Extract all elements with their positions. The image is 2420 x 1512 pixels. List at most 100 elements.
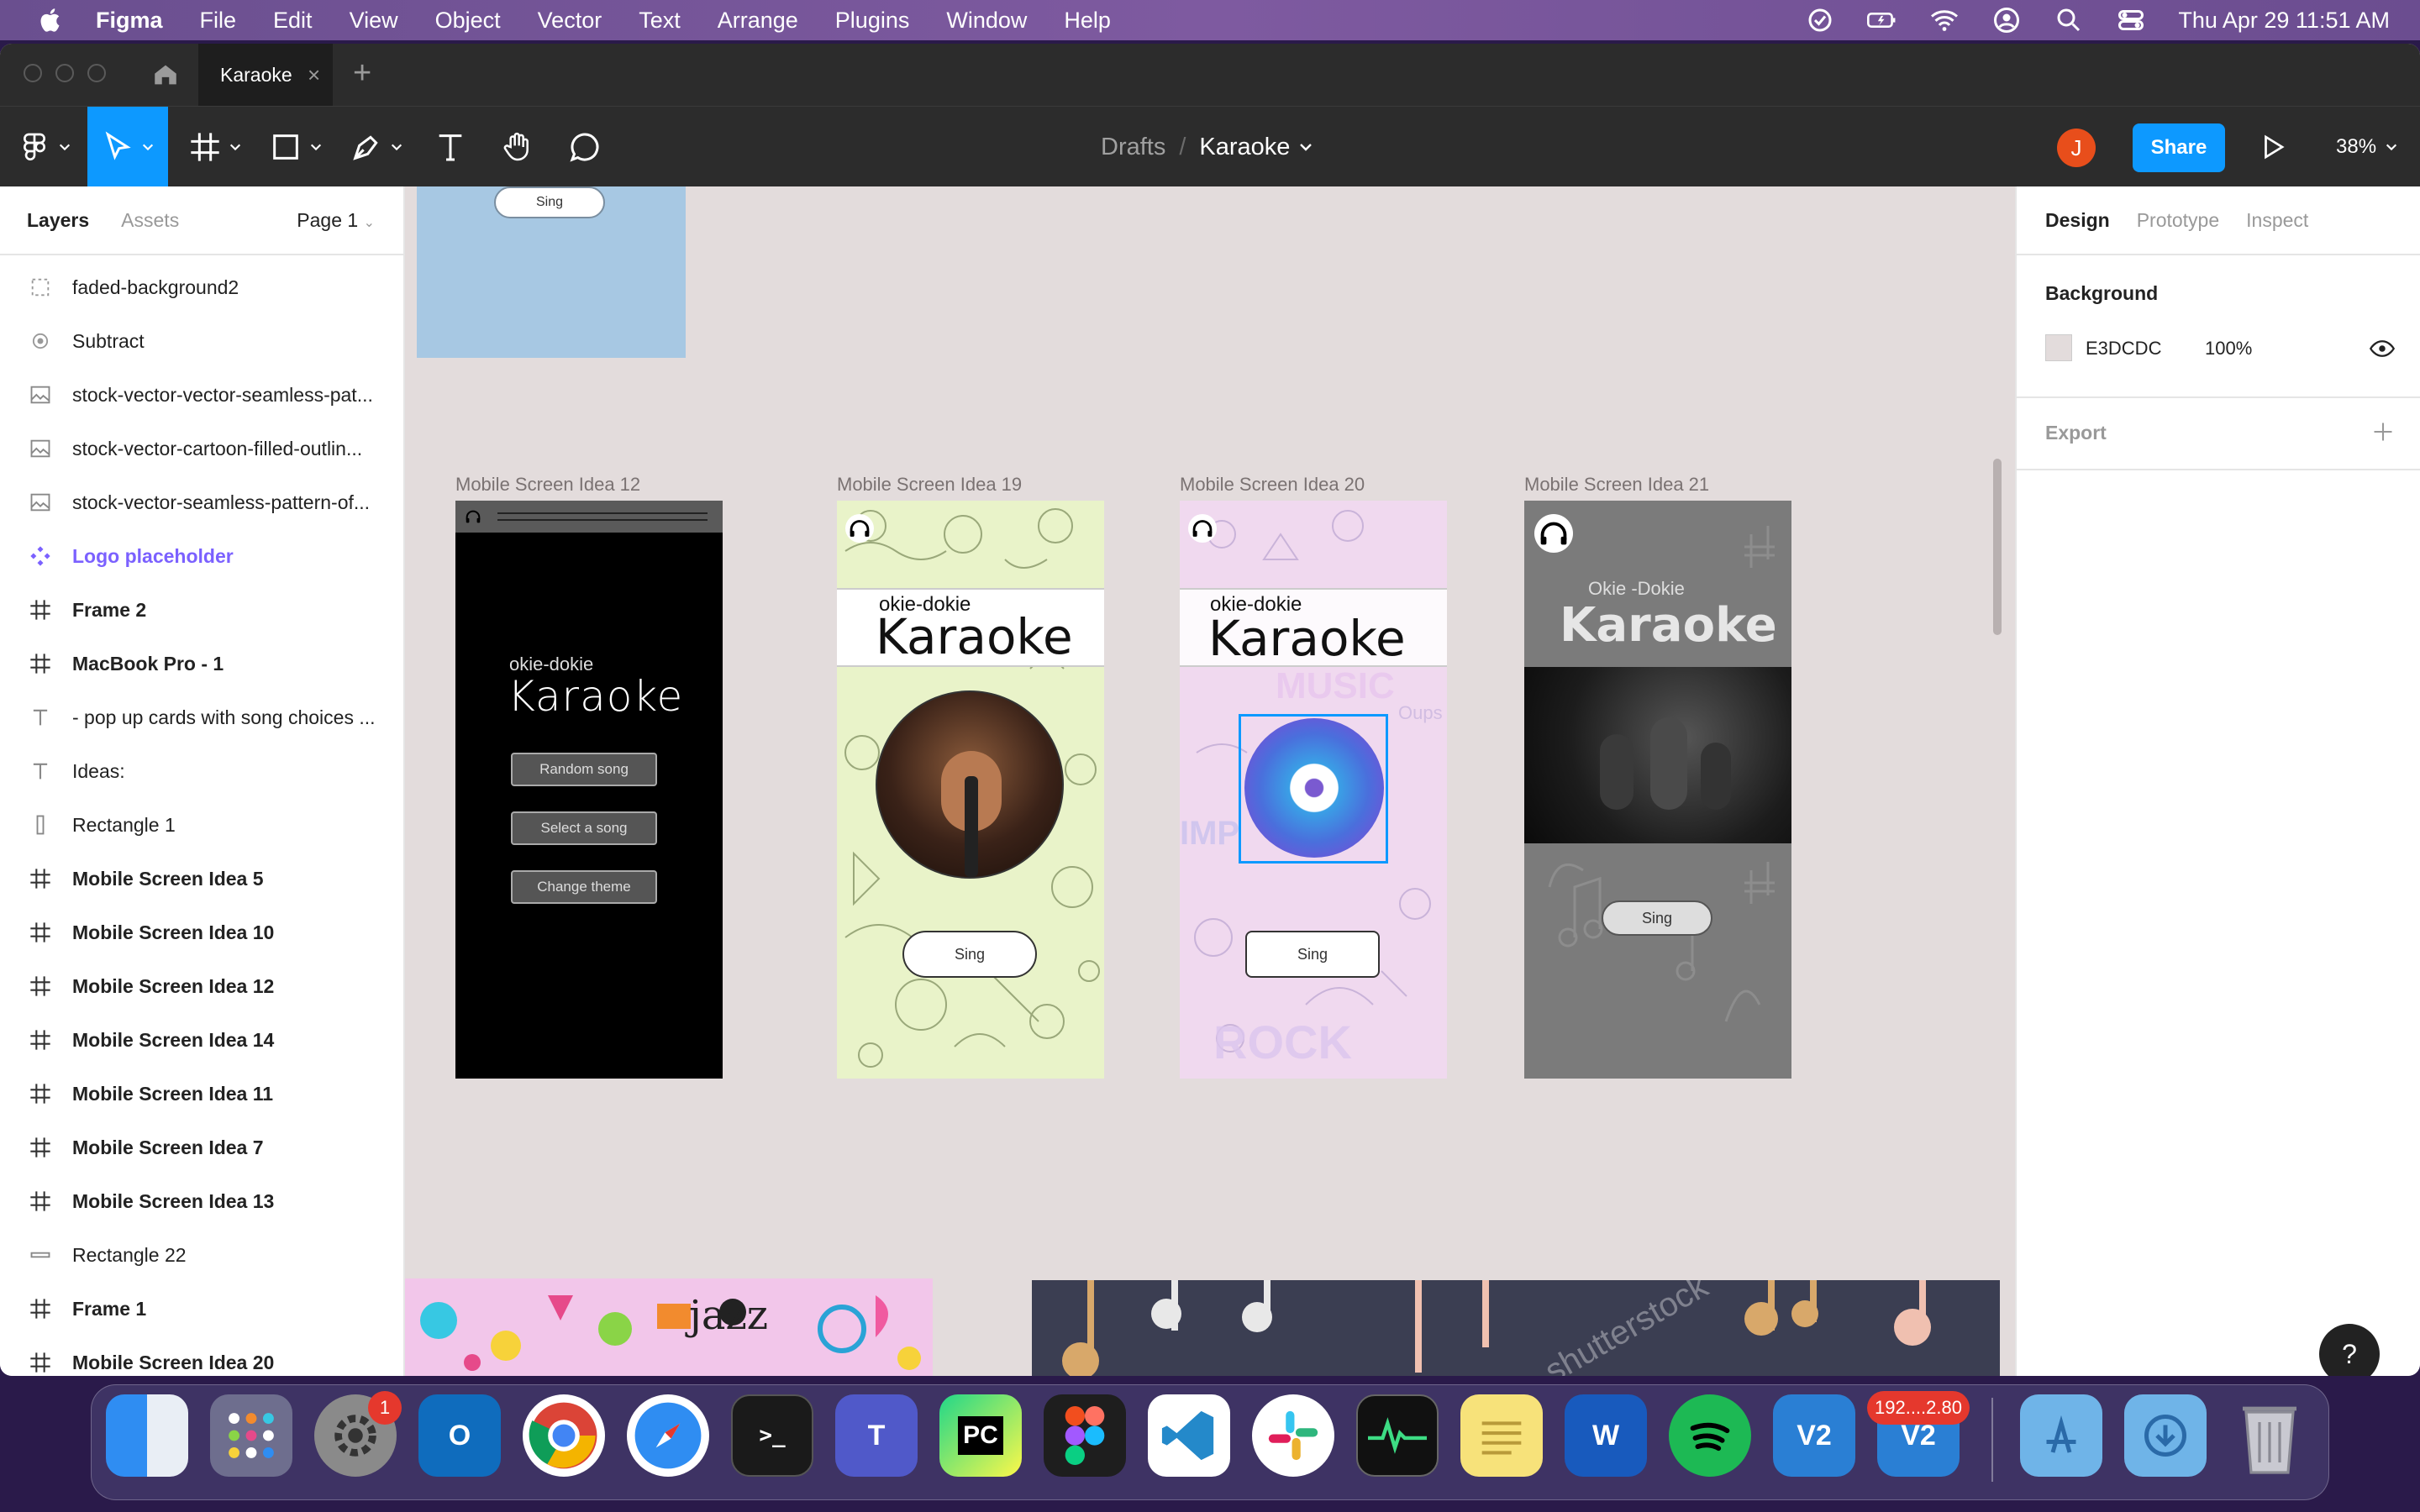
layer-row[interactable]: Mobile Screen Idea 12 xyxy=(0,959,403,1013)
close-tab-icon[interactable]: × xyxy=(308,62,320,88)
shape-tool-button[interactable] xyxy=(262,107,329,187)
fullscreen-window-button[interactable] xyxy=(87,64,106,82)
menu-help[interactable]: Help xyxy=(1064,8,1111,34)
menu-file[interactable]: File xyxy=(200,8,237,34)
new-tab-icon[interactable]: + xyxy=(353,55,371,92)
menu-plugins[interactable]: Plugins xyxy=(835,8,910,34)
outlook-icon[interactable]: O xyxy=(418,1394,501,1477)
share-button[interactable]: Share xyxy=(2133,123,2225,172)
pattern-frame-bottom-right[interactable]: shutterstock xyxy=(1032,1280,2000,1376)
layer-row[interactable]: Ideas: xyxy=(0,744,403,798)
layer-row[interactable]: Mobile Screen Idea 10 xyxy=(0,906,403,959)
activity-monitor-icon[interactable] xyxy=(1356,1394,1439,1477)
help-button[interactable]: ? xyxy=(2319,1324,2380,1376)
sing-button[interactable]: Sing xyxy=(1602,900,1712,936)
background-hex-input[interactable]: E3DCDC xyxy=(2086,338,2161,360)
vscode-icon[interactable] xyxy=(1148,1394,1230,1477)
sing-button[interactable]: Sing xyxy=(902,931,1037,978)
layer-row[interactable]: stock-vector-cartoon-filled-outlin... xyxy=(0,422,403,475)
teams-icon[interactable]: T xyxy=(835,1394,918,1477)
launchpad-icon[interactable] xyxy=(210,1394,292,1477)
layer-row[interactable]: stock-vector-seamless-pattern-of... xyxy=(0,475,403,529)
vnc-viewer-icon[interactable]: V2 xyxy=(1773,1394,1855,1477)
tab-inspect[interactable]: Inspect xyxy=(2246,209,2308,232)
layer-row[interactable]: Logo placeholder xyxy=(0,529,403,583)
minimize-window-button[interactable] xyxy=(55,64,74,82)
layer-row[interactable]: faded-background2 xyxy=(0,260,403,314)
pycharm-icon[interactable]: PC xyxy=(939,1394,1022,1477)
trash-icon[interactable] xyxy=(2228,1394,2311,1477)
page-selector[interactable]: Page 1 ⌄ xyxy=(297,209,375,232)
select-song-button[interactable]: Select a song xyxy=(511,811,657,845)
mobile-screen-idea-20[interactable]: MUSIC ROCK Oups IMP okie-dokie Karaoke S… xyxy=(1180,501,1447,1079)
layer-row[interactable]: Mobile Screen Idea 7 xyxy=(0,1121,403,1174)
move-tool-button[interactable] xyxy=(87,107,168,187)
safari-icon[interactable] xyxy=(627,1394,709,1477)
layer-row[interactable]: MacBook Pro - 1 xyxy=(0,637,403,690)
frame-label[interactable]: Mobile Screen Idea 20 xyxy=(1180,474,1365,496)
battery-icon[interactable] xyxy=(1867,5,1897,35)
layer-row[interactable]: Subtract xyxy=(0,314,403,368)
layer-row[interactable]: Mobile Screen Idea 5 xyxy=(0,852,403,906)
pen-tool-button[interactable] xyxy=(343,107,410,187)
background-opacity-input[interactable]: 100% xyxy=(2205,338,2252,360)
close-window-button[interactable] xyxy=(24,64,42,82)
tab-layers[interactable]: Layers xyxy=(27,209,89,232)
layer-row[interactable]: - pop up cards with song choices ... xyxy=(0,690,403,744)
canvas-scrollbar[interactable] xyxy=(1993,459,2002,635)
add-export-icon[interactable] xyxy=(2371,420,2395,444)
layer-row[interactable]: Mobile Screen Idea 14 xyxy=(0,1013,403,1067)
menu-object[interactable]: Object xyxy=(435,8,501,34)
main-menu-button[interactable] xyxy=(13,107,76,187)
app-menu[interactable]: Figma xyxy=(96,8,163,34)
user-avatar[interactable]: J xyxy=(2057,129,2096,167)
tab-assets[interactable]: Assets xyxy=(121,209,179,232)
text-tool-button[interactable] xyxy=(424,107,477,187)
partial-frame-top[interactable]: Sing xyxy=(417,186,686,358)
frame-label[interactable]: Mobile Screen Idea 19 xyxy=(837,474,1022,496)
hand-tool-button[interactable] xyxy=(491,107,544,187)
wifi-icon[interactable] xyxy=(1929,5,1960,35)
mobile-screen-idea-19[interactable]: okie-dokie Karaoke Sing xyxy=(837,501,1104,1079)
design-canvas[interactable]: Sing Mobile Screen Idea 12 okie-dokie Ka… xyxy=(405,186,2015,1376)
chevron-down-icon[interactable] xyxy=(1298,139,1313,155)
menubar-clock[interactable]: Thu Apr 29 11:51 AM xyxy=(2178,8,2390,34)
mobile-screen-idea-21[interactable]: Okie -Dokie Karaoke Sing xyxy=(1524,501,1791,1079)
user-account-icon[interactable] xyxy=(1991,5,2022,35)
menu-view[interactable]: View xyxy=(350,8,398,34)
tab-prototype[interactable]: Prototype xyxy=(2137,209,2219,232)
finder-icon[interactable] xyxy=(106,1394,188,1477)
frame-label[interactable]: Mobile Screen Idea 12 xyxy=(455,474,640,496)
mobile-screen-idea-12[interactable]: okie-dokie Karaoke Random song Select a … xyxy=(455,501,723,1079)
chrome-icon[interactable] xyxy=(523,1394,605,1477)
menu-window[interactable]: Window xyxy=(946,8,1027,34)
layer-row[interactable]: Frame 2 xyxy=(0,583,403,637)
slack-icon[interactable] xyxy=(1252,1394,1334,1477)
downloads-folder-icon[interactable] xyxy=(2124,1394,2207,1477)
apple-menu-icon[interactable] xyxy=(37,6,66,34)
layer-row[interactable]: Frame 1 xyxy=(0,1282,403,1336)
layer-row[interactable]: Mobile Screen Idea 13 xyxy=(0,1174,403,1228)
layer-row[interactable]: Mobile Screen Idea 11 xyxy=(0,1067,403,1121)
change-theme-button[interactable]: Change theme xyxy=(511,870,657,904)
file-name[interactable]: Karaoke xyxy=(1199,134,1290,161)
layer-row[interactable]: Mobile Screen Idea 20 xyxy=(0,1336,403,1376)
terminal-icon[interactable]: >_ xyxy=(731,1394,813,1477)
notes-icon[interactable] xyxy=(1460,1394,1543,1477)
menu-vector[interactable]: Vector xyxy=(538,8,602,34)
layer-row[interactable]: Rectangle 1 xyxy=(0,798,403,852)
frame-label[interactable]: Mobile Screen Idea 21 xyxy=(1524,474,1709,496)
home-icon[interactable] xyxy=(151,60,180,89)
visibility-eye-icon[interactable] xyxy=(2370,338,2395,360)
menu-text[interactable]: Text xyxy=(639,8,681,34)
sing-button[interactable]: Sing xyxy=(1245,931,1380,978)
word-icon[interactable]: W xyxy=(1565,1394,1647,1477)
menu-arrange[interactable]: Arrange xyxy=(718,8,798,34)
comment-tool-button[interactable] xyxy=(558,107,612,187)
breadcrumb-drafts[interactable]: Drafts xyxy=(1101,134,1165,161)
tab-design[interactable]: Design xyxy=(2045,209,2110,232)
figma-dock-icon[interactable] xyxy=(1044,1394,1126,1477)
background-color-swatch[interactable] xyxy=(2045,334,2072,361)
selected-element-outline[interactable] xyxy=(1239,714,1388,864)
random-song-button[interactable]: Random song xyxy=(511,753,657,786)
